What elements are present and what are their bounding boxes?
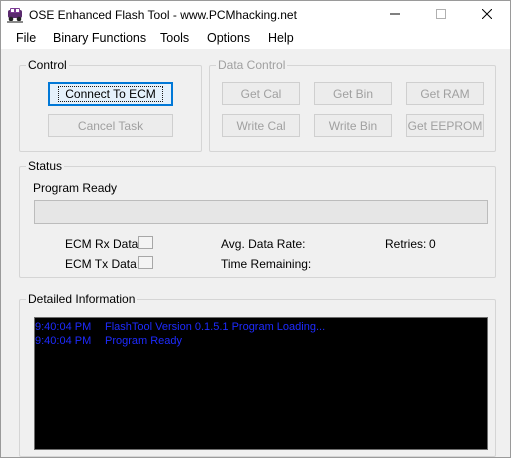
write-bin-label: Write Bin [328, 118, 378, 133]
write-cal-button[interactable]: Write Cal [222, 114, 300, 137]
write-bin-button[interactable]: Write Bin [314, 114, 392, 137]
menu-tools[interactable]: Tools [160, 31, 189, 45]
avg-data-rate-label: Avg. Data Rate: [221, 237, 306, 251]
menu-help[interactable]: Help [268, 31, 294, 45]
retries-label: Retries: [385, 237, 427, 251]
maximize-button[interactable] [418, 1, 464, 29]
title-bar[interactable]: OSE Enhanced Flash Tool - www.PCMhacking… [1, 1, 510, 29]
write-cal-label: Write Cal [236, 118, 286, 133]
control-group: Control [19, 58, 202, 152]
get-bin-button[interactable]: Get Bin [314, 82, 392, 105]
control-group-title: Control [26, 58, 69, 72]
app-car-icon [6, 6, 24, 24]
log-output[interactable]: 9:40:04 PM FlashTool Version 0.1.5.1 Pro… [34, 317, 488, 450]
menu-file[interactable]: File [16, 31, 36, 45]
cancel-button-label: Cancel Task [77, 118, 144, 133]
close-button[interactable] [464, 1, 510, 29]
get-bin-label: Get Bin [332, 86, 374, 101]
log-time: 9:40:04 PM [35, 335, 92, 347]
minimize-button[interactable] [372, 1, 418, 29]
maximize-icon [436, 8, 446, 22]
log-time: 9:40:04 PM [35, 321, 92, 333]
get-ram-label: Get RAM [420, 86, 470, 101]
close-icon [481, 8, 493, 22]
connect-button-label: Connect To ECM [58, 86, 163, 102]
log-message: FlashTool Version 0.1.5.1 Program Loadin… [105, 321, 326, 333]
status-group-title: Status [26, 159, 65, 173]
main-window: OSE Enhanced Flash Tool - www.PCMhacking… [0, 0, 511, 458]
connect-to-ecm-button[interactable]: Connect To ECM [48, 82, 173, 106]
ecm-tx-label: ECM Tx Data [65, 257, 137, 271]
get-cal-button[interactable]: Get Cal [222, 82, 300, 105]
get-ram-button[interactable]: Get RAM [406, 82, 484, 105]
detailed-info-group-title: Detailed Information [26, 292, 138, 306]
window-title: OSE Enhanced Flash Tool - www.PCMhacking… [29, 8, 297, 22]
data-control-group: Data Control [209, 58, 496, 152]
menu-binary-functions[interactable]: Binary Functions [53, 31, 146, 45]
minimize-icon [390, 8, 400, 22]
time-remaining-label: Time Remaining: [221, 257, 312, 271]
log-message: Program Ready [105, 335, 183, 347]
ecm-rx-indicator [138, 236, 153, 249]
ecm-tx-indicator [138, 256, 153, 269]
status-message: Program Ready [33, 181, 118, 195]
cancel-task-button[interactable]: Cancel Task [48, 114, 173, 137]
menu-options[interactable]: Options [207, 31, 250, 45]
progress-bar [34, 200, 488, 224]
ecm-rx-label: ECM Rx Data [65, 237, 139, 251]
retries-value: 0 [429, 237, 436, 251]
get-eeprom-label: Get EEPROM [407, 118, 483, 133]
get-cal-label: Get Cal [240, 86, 282, 101]
data-control-group-title: Data Control [216, 58, 288, 72]
get-eeprom-button[interactable]: Get EEPROM [406, 114, 484, 137]
menu-bar: File Binary Functions Tools Options Help [1, 29, 510, 49]
